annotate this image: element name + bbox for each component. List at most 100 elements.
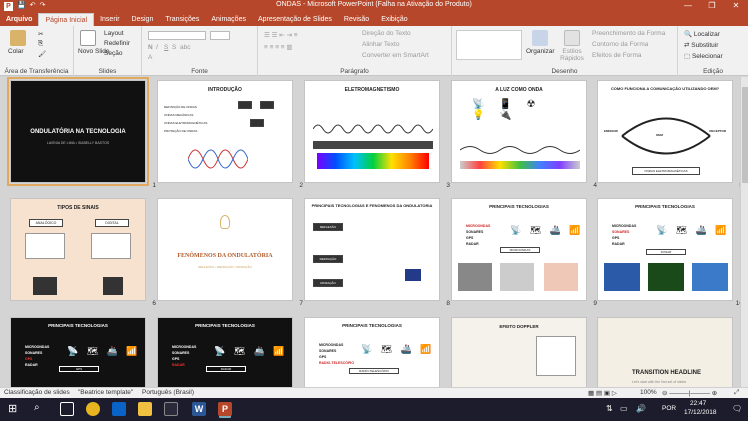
maximize-button[interactable]: ❐ — [700, 0, 724, 12]
fit-window-icon[interactable]: ⤢ — [734, 389, 739, 397]
zoom-slider[interactable]: ⊖ ———|——— ⊕ — [662, 389, 717, 397]
tab-pagina-inicial[interactable]: Página Inicial — [38, 13, 95, 26]
drawing-group-label: Desenho — [551, 68, 578, 75]
shape-fill-button[interactable]: Preenchimento da Forma — [592, 30, 665, 37]
tab-apresentacao[interactable]: Apresentação de Slides — [252, 13, 338, 26]
slide-12-canvas[interactable]: PRINCIPAIS TECNOLOGIAS MICROONDAS SONARE… — [157, 317, 293, 387]
reset-button[interactable]: Redefinir — [104, 40, 130, 47]
slide-thumb-15[interactable]: TRANSITION HEADLINE Let's start with the… — [597, 317, 733, 387]
slide-3-canvas[interactable]: ELETROMAGNETISMO — [304, 80, 440, 183]
shadow-icon[interactable]: S — [172, 44, 176, 51]
arrange-icon[interactable] — [532, 30, 548, 46]
tab-revisao[interactable]: Revisão — [338, 13, 375, 26]
store-icon[interactable] — [164, 402, 178, 416]
shapes-gallery[interactable] — [456, 30, 522, 60]
paste-icon[interactable] — [10, 30, 26, 46]
slide-thumb-5[interactable]: COMO FUNCIONA A COMUNICAÇÃO UTILIZANDO O… — [597, 80, 740, 189]
smartart-button[interactable]: Converter em SmartArt — [362, 52, 429, 59]
slide-14-canvas[interactable]: EFEITO DOPPLER — [451, 317, 587, 387]
find-button[interactable]: 🔍 Localizar — [684, 30, 720, 38]
cut-icon[interactable]: ✂ — [38, 30, 43, 38]
select-button[interactable]: ⬚ Selecionar — [684, 52, 723, 60]
slide-thumb-1[interactable]: ONDULATÓRIA NA TECNOLOGIA LAVÍNIA DE LIM… — [7, 77, 156, 189]
slide-7-canvas[interactable]: FENÔMENOS DA ONDULATÓRIA REFLEXÃO • REFR… — [157, 198, 293, 301]
bold-icon[interactable]: N — [148, 44, 153, 51]
network-icon[interactable]: ⇅ — [606, 404, 613, 413]
slide-1-canvas[interactable]: ONDULATÓRIA NA TECNOLOGIA LAVÍNIA DE LIM… — [7, 77, 149, 186]
slide-2-canvas[interactable]: INTRODUÇÃO DEFINIÇÃO DE ONDAS ONDAS MECÂ… — [157, 80, 293, 183]
bullets-icon[interactable]: ☰ ☰ ⇤ ⇥ ≡ — [264, 31, 298, 39]
slide-4-canvas[interactable]: A LUZ COMO ONDA 📡 📱 ☢ 💡 🔌 — [451, 80, 587, 183]
slide-thumb-14[interactable]: EFEITO DOPPLER — [451, 317, 587, 387]
slide-thumb-12[interactable]: PRINCIPAIS TECNOLOGIAS MICROONDAS SONARE… — [157, 317, 293, 387]
tab-design[interactable]: Design — [126, 13, 160, 26]
slide-thumb-4[interactable]: A LUZ COMO ONDA 📡 📱 ☢ 💡 🔌 4 — [451, 80, 597, 189]
tab-exibicao[interactable]: Exibição — [375, 13, 413, 26]
slide-8-canvas[interactable]: PRINCIPAIS TECNOLOGIAS E FENOMENOS DA ON… — [304, 198, 440, 301]
volume-icon[interactable]: 🔊 — [636, 404, 646, 413]
slide-15-canvas[interactable]: TRANSITION HEADLINE Let's start with the… — [597, 317, 733, 387]
language-indicator[interactable]: POR — [662, 405, 676, 412]
clock-time[interactable]: 22:47 — [690, 400, 706, 407]
slide-thumb-11[interactable]: PRINCIPAIS TECNOLOGIAS MICROONDAS SONARE… — [10, 317, 146, 387]
slide-5-canvas[interactable]: COMO FUNCIONA A COMUNICAÇÃO UTILIZANDO O… — [597, 80, 733, 183]
strikethrough-icon[interactable]: abc — [180, 44, 190, 51]
zoom-level[interactable]: 100% — [640, 389, 657, 396]
align-text-button[interactable]: Alinhar Texto — [362, 41, 399, 48]
close-button[interactable]: ✕ — [724, 0, 748, 12]
font-name-input[interactable] — [148, 31, 206, 40]
quick-styles-button[interactable]: Estilos Rápidos — [558, 48, 586, 62]
vertical-scrollbar[interactable] — [740, 77, 748, 387]
slide-13-canvas[interactable]: PRINCIPAIS TECNOLOGIAS MICROONDAS SONARE… — [304, 317, 440, 387]
language-label[interactable]: Português (Brasil) — [142, 389, 194, 396]
section-button[interactable]: Seção — [104, 50, 122, 57]
format-painter-icon[interactable]: 🖌 — [38, 50, 46, 58]
slide-6-canvas[interactable]: TIPOS DE SINAIS ANALÓGICO DIGITAL — [10, 198, 146, 301]
view-buttons[interactable]: ▦ ▤ ▣ ▷ — [588, 389, 617, 397]
new-slide-icon[interactable] — [80, 30, 96, 46]
clock-date[interactable]: 17/12/2018 — [684, 409, 717, 416]
slide-thumb-6[interactable]: TIPOS DE SINAIS ANALÓGICO DIGITAL 6 — [10, 198, 156, 307]
slide-thumb-9[interactable]: PRINCIPAIS TECNOLOGIAS MICROONDAS SONARE… — [451, 198, 597, 307]
notifications-icon[interactable]: 🗨 — [732, 404, 742, 413]
slide-thumb-2[interactable]: INTRODUÇÃO DEFINIÇÃO DE ONDAS ONDAS MECÂ… — [157, 80, 303, 189]
slide-thumb-8[interactable]: PRINCIPAIS TECNOLOGIAS E FENOMENOS DA ON… — [304, 198, 450, 307]
underline-icon[interactable]: S — [164, 44, 168, 51]
slide-thumb-7[interactable]: FENÔMENOS DA ONDULATÓRIA REFLEXÃO • REFR… — [157, 198, 303, 307]
edge-icon[interactable] — [112, 402, 126, 416]
file-explorer-icon[interactable] — [138, 402, 152, 416]
slide-thumb-13[interactable]: PRINCIPAIS TECNOLOGIAS MICROONDAS SONARE… — [304, 317, 440, 387]
slide-10-canvas[interactable]: PRINCIPAIS TECNOLOGIAS MICROONDAS SONARE… — [597, 198, 733, 301]
slide-9-bullet: RADAR — [466, 242, 479, 246]
arrange-button[interactable]: Organizar — [526, 48, 555, 55]
slide-11-canvas[interactable]: PRINCIPAIS TECNOLOGIAS MICROONDAS SONARE… — [10, 317, 146, 387]
battery-icon[interactable]: ▭ — [620, 404, 628, 413]
tab-transicoes[interactable]: Transições — [159, 13, 205, 26]
chrome-icon[interactable] — [86, 402, 100, 416]
search-icon[interactable]: ⌕ — [34, 402, 48, 416]
powerpoint-icon[interactable]: P — [218, 402, 232, 416]
minimize-button[interactable]: — — [676, 0, 700, 12]
word-icon[interactable]: W — [192, 402, 206, 416]
tab-arquivo[interactable]: Arquivo — [0, 13, 39, 26]
windows-start-icon[interactable]: ⊞ — [8, 402, 22, 416]
scrollbar-thumb[interactable] — [742, 87, 748, 183]
text-direction-button[interactable]: Direção do Texto — [362, 30, 411, 37]
copy-icon[interactable]: ⎘ — [38, 40, 43, 48]
tab-inserir[interactable]: Inserir — [94, 13, 125, 26]
tab-animacoes[interactable]: Animações — [205, 13, 252, 26]
font-size-input[interactable] — [210, 31, 230, 40]
slide-thumb-10[interactable]: PRINCIPAIS TECNOLOGIAS MICROONDAS SONARE… — [597, 198, 740, 307]
layout-button[interactable]: Layout — [104, 30, 124, 37]
shape-effects-button[interactable]: Efeitos de Forma — [592, 52, 642, 59]
slide-9-canvas[interactable]: PRINCIPAIS TECNOLOGIAS MICROONDAS SONARE… — [451, 198, 587, 301]
replace-button[interactable]: ⇄ Substituir — [684, 41, 718, 49]
slide-thumb-3[interactable]: ELETROMAGNETISMO 3 — [304, 80, 450, 189]
italic-icon[interactable]: I — [156, 44, 158, 51]
task-view-icon[interactable] — [60, 402, 74, 416]
quick-styles-icon[interactable] — [564, 30, 580, 46]
shape-outline-button[interactable]: Contorno da Forma — [592, 41, 648, 48]
paste-button[interactable]: Colar — [8, 48, 24, 55]
font-color-icon[interactable]: A — [148, 54, 152, 61]
align-icons[interactable]: ≡ ≡ ≡ ≡ ▥ — [264, 43, 293, 51]
